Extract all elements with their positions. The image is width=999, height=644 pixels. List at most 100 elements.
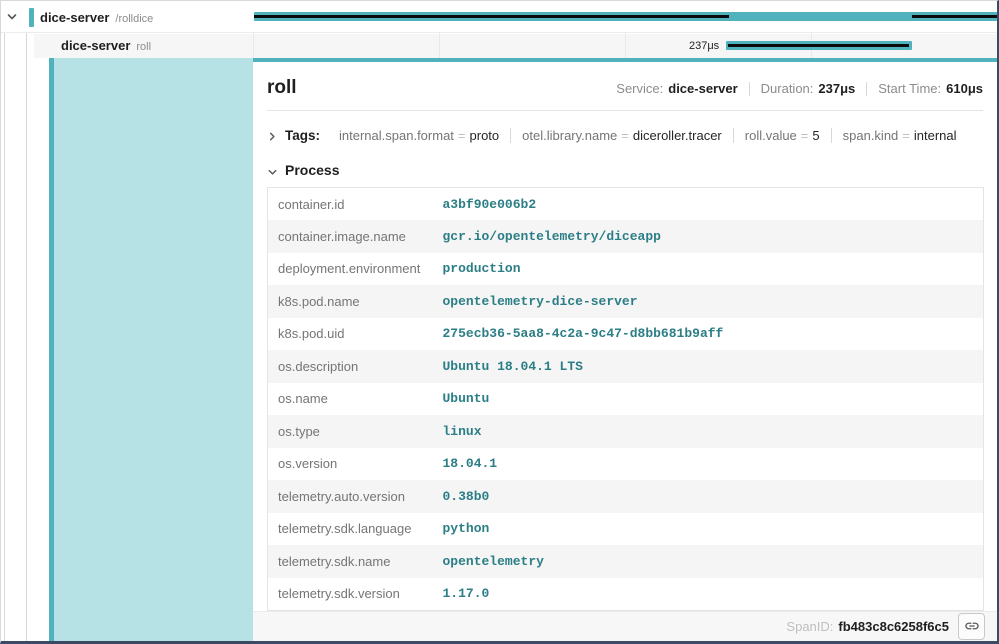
self-time-stripe — [728, 44, 908, 47]
tag-value: proto — [470, 128, 500, 143]
chevron-right-icon[interactable] — [267, 130, 278, 141]
tag-value: internal — [914, 128, 957, 143]
span-duration-label: 237μs — [689, 40, 719, 52]
process-key: k8s.pod.name — [268, 285, 443, 318]
process-label: Process — [285, 162, 339, 178]
duration-value: 237μs — [818, 81, 855, 96]
span-row-roll[interactable]: dice-serverroll 237μs — [1, 34, 997, 58]
process-section-toggle[interactable]: Process — [267, 160, 983, 180]
span-color-chip — [29, 8, 34, 27]
span-bar[interactable] — [726, 41, 912, 50]
divider — [749, 82, 750, 96]
table-row: telemetry.auto.version0.38b0 — [268, 480, 984, 513]
tag-key: internal.span.format — [339, 128, 454, 143]
table-row: telemetry.sdk.languagepython — [268, 513, 984, 546]
process-value: 275ecb36-5aa8-4c2a-9c47-d8bb681b9aff — [443, 318, 984, 351]
service-label: Service: — [616, 81, 663, 96]
equals-sign: = — [621, 128, 629, 143]
self-time-stripe — [254, 15, 730, 18]
tags-section-toggle[interactable]: Tags: internal.span.format = proto otel.lib… — [267, 122, 983, 148]
span-rows: dice-server/rolldice dice-serverroll 237… — [1, 1, 997, 58]
table-row: telemetry.sdk.version1.17.0 — [268, 578, 984, 611]
detail-header: roll Service: dice-server Duration: 237μ… — [267, 77, 983, 99]
process-value: Ubuntu 18.04.1 LTS — [443, 350, 984, 383]
table-row: container.ida3bf90e006b2 — [268, 188, 984, 221]
process-value: 18.04.1 — [443, 448, 984, 481]
service-value: dice-server — [668, 81, 737, 96]
tag-item: roll.value =5 — [734, 128, 832, 143]
process-value: a3bf90e006b2 — [443, 188, 984, 221]
tag-value: 5 — [812, 128, 819, 143]
tag-key: roll.value — [745, 128, 797, 143]
process-table: container.ida3bf90e006b2container.image.… — [267, 187, 984, 611]
process-value: python — [443, 513, 984, 546]
equals-sign: = — [801, 128, 809, 143]
header-divider — [267, 110, 983, 111]
process-value: production — [443, 253, 984, 286]
chevron-down-icon[interactable] — [267, 165, 278, 176]
tags-list: internal.span.format = proto otel.library.n… — [328, 128, 968, 143]
process-key: os.description — [268, 350, 443, 383]
service-name: dice-server — [40, 10, 109, 25]
process-key: telemetry.auto.version — [268, 480, 443, 513]
indent-guide-line — [4, 33, 5, 641]
table-row: k8s.pod.uid275ecb36-5aa8-4c2a-9c47-d8bb6… — [268, 318, 984, 351]
span-title: roll — [267, 77, 297, 99]
operation-name: /rolldice — [115, 13, 153, 25]
process-key: os.name — [268, 383, 443, 416]
span-name[interactable]: dice-server/rolldice — [40, 9, 153, 27]
span-summary: Service: dice-server Duration: 237μs Sta… — [616, 81, 983, 96]
table-row: os.descriptionUbuntu 18.04.1 LTS — [268, 350, 984, 383]
tag-item: otel.library.name = diceroller.tracer — [511, 128, 734, 143]
process-value: 0.38b0 — [443, 480, 984, 513]
detail-footer: SpanID: fb483c8c6258f6c5 — [253, 611, 997, 642]
process-value: 1.17.0 — [443, 578, 984, 611]
trace-detail-page: dice-server/rolldice dice-serverroll 237… — [0, 0, 999, 644]
process-value: opentelemetry — [443, 545, 984, 578]
start-time-value: 610μs — [946, 81, 983, 96]
tag-item: span.kind= internal — [832, 128, 968, 143]
table-row: os.typelinux — [268, 415, 984, 448]
equals-sign: = — [458, 128, 466, 143]
span-name[interactable]: dice-serverroll — [61, 37, 151, 55]
tag-key: otel.library.name — [522, 128, 617, 143]
tag-item: internal.span.format = proto — [328, 128, 511, 143]
table-row: deployment.environmentproduction — [268, 253, 984, 286]
indent-guide-line — [26, 33, 27, 641]
table-row: container.image.namegcr.io/opentelemetry… — [268, 220, 984, 253]
collapse-chevron-icon[interactable] — [6, 10, 18, 22]
span-bar[interactable] — [254, 12, 997, 21]
table-row: os.version18.04.1 — [268, 448, 984, 481]
process-key: telemetry.sdk.name — [268, 545, 443, 578]
table-row: k8s.pod.nameopentelemetry-dice-server — [268, 285, 984, 318]
tag-key: span.kind — [843, 128, 899, 143]
process-key: container.id — [268, 188, 443, 221]
process-key: os.type — [268, 415, 443, 448]
process-key: k8s.pod.uid — [268, 318, 443, 351]
tag-value: diceroller.tracer — [633, 128, 722, 143]
equals-sign: = — [902, 128, 910, 143]
process-key: os.version — [268, 448, 443, 481]
process-value: opentelemetry-dice-server — [443, 285, 984, 318]
table-row: os.nameUbuntu — [268, 383, 984, 416]
deep-link-button[interactable] — [958, 613, 985, 640]
tags-label: Tags: — [285, 128, 320, 143]
process-value: Ubuntu — [443, 383, 984, 416]
span-id-value: fb483c8c6258f6c5 — [838, 619, 949, 634]
span-row-rolldice[interactable]: dice-server/rolldice — [1, 1, 997, 33]
process-key: deployment.environment — [268, 253, 443, 286]
span-id-label: SpanID: — [786, 619, 833, 634]
divider — [866, 82, 867, 96]
link-icon — [964, 618, 980, 634]
process-key: container.image.name — [268, 220, 443, 253]
span-detail-panel: roll Service: dice-server Duration: 237μ… — [253, 58, 997, 641]
process-value: linux — [443, 415, 984, 448]
start-time-label: Start Time: — [878, 81, 941, 96]
process-value: gcr.io/opentelemetry/diceapp — [443, 220, 984, 253]
process-key: telemetry.sdk.language — [268, 513, 443, 546]
table-row: telemetry.sdk.nameopentelemetry — [268, 545, 984, 578]
service-name: dice-server — [61, 38, 130, 53]
duration-label: Duration: — [761, 81, 814, 96]
process-key: telemetry.sdk.version — [268, 578, 443, 611]
span-color-fill — [54, 58, 253, 641]
